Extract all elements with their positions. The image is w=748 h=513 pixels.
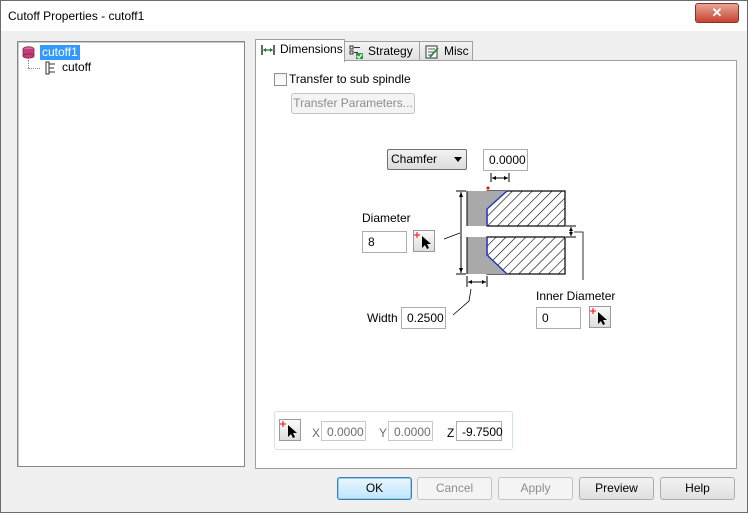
diagram-arrowhead: [459, 268, 463, 273]
position-pick-button[interactable]: [279, 419, 301, 441]
tree-connector: [28, 60, 29, 68]
tree-item-cutoff[interactable]: cutoff: [62, 60, 91, 75]
diagram-start-point: [486, 186, 490, 190]
help-button[interactable]: Help: [660, 477, 735, 500]
tab-misc[interactable]: Misc: [419, 41, 473, 61]
operation-tree[interactable]: cutoff1 cutoff: [17, 41, 245, 467]
chevron-down-icon: [454, 157, 462, 162]
diameter-label: Diameter: [362, 211, 411, 225]
diagram-leader: [574, 231, 584, 280]
close-icon: ✕: [711, 5, 723, 20]
tab-misc-label: Misc: [444, 44, 469, 58]
diagram-leader: [452, 288, 472, 316]
pick-cursor-icon: [414, 232, 431, 249]
inner-diameter-field[interactable]: 0: [536, 307, 581, 329]
width-field[interactable]: 0.2500: [401, 307, 446, 329]
tab-strategy-label: Strategy: [368, 44, 413, 58]
diameter-field[interactable]: 8: [362, 231, 407, 253]
inner-diameter-pick-button[interactable]: [589, 306, 611, 328]
preview-button[interactable]: Preview: [579, 477, 654, 500]
diameter-pick-button[interactable]: [413, 230, 435, 252]
x-label: X: [312, 426, 321, 440]
edge-type-dropdown[interactable]: Chamfer: [387, 149, 467, 170]
dialog-window: Cutoff Properties - cutoff1 ✕ cutoff1 cu…: [0, 0, 748, 513]
diagram-arrowhead: [482, 280, 486, 284]
tree-root-label: cutoff1: [40, 45, 80, 60]
close-button[interactable]: ✕: [695, 3, 739, 23]
title-bar: Cutoff Properties - cutoff1 ✕: [1, 1, 747, 31]
diagram-arrowhead: [504, 176, 508, 180]
y-label: Y: [379, 426, 388, 440]
tab-dimensions-label: Dimensions: [280, 42, 343, 56]
diagram-arrowhead: [459, 192, 463, 197]
transfer-sub-spindle-checkbox[interactable]: [274, 73, 287, 86]
y-field[interactable]: 0.0000: [388, 421, 433, 441]
diagram-lower-cut: [467, 237, 487, 274]
x-field[interactable]: 0.0000: [321, 421, 366, 441]
inner-diameter-label: Inner Diameter: [536, 289, 616, 303]
stock-cylinder-icon: [22, 46, 35, 59]
tab-strategy[interactable]: Strategy: [343, 41, 421, 61]
coordinates-group: X 0.0000 Y 0.0000 Z -9.7500: [274, 411, 513, 450]
diagram-arrowhead: [468, 280, 472, 284]
diagram-arrowhead: [569, 227, 573, 231]
transfer-sub-spindle-label: Transfer to sub spindle: [289, 72, 411, 86]
z-label: Z: [447, 426, 455, 440]
dimension-arrows-icon: [261, 45, 275, 55]
pick-cursor-icon: [590, 308, 607, 325]
diagram-arrowhead: [492, 176, 496, 180]
chamfer-size-field[interactable]: 0.0000: [483, 149, 528, 171]
cutoff-operation-icon: [45, 61, 55, 75]
width-label: Width: [367, 311, 398, 325]
misc-notes-icon: [425, 45, 439, 59]
diagram-upper-cut: [467, 191, 487, 226]
z-field[interactable]: -9.7500: [456, 421, 503, 441]
window-title: Cutoff Properties - cutoff1: [8, 9, 145, 23]
tab-dimensions[interactable]: Dimensions: [255, 39, 345, 62]
cancel-button[interactable]: Cancel: [417, 477, 492, 500]
apply-button[interactable]: Apply: [498, 477, 573, 500]
transfer-parameters-button[interactable]: Transfer Parameters...: [291, 93, 415, 114]
pick-cursor-icon: [280, 421, 297, 438]
edge-type-value: Chamfer: [391, 152, 438, 166]
tree-connector: [28, 68, 40, 69]
strategy-icon: [349, 45, 363, 59]
dimensions-panel: Transfer to sub spindle Transfer Paramet…: [255, 60, 737, 469]
diagram-leader: [443, 232, 461, 240]
diagram-arrowhead: [569, 232, 573, 236]
ok-button[interactable]: OK: [337, 477, 412, 500]
